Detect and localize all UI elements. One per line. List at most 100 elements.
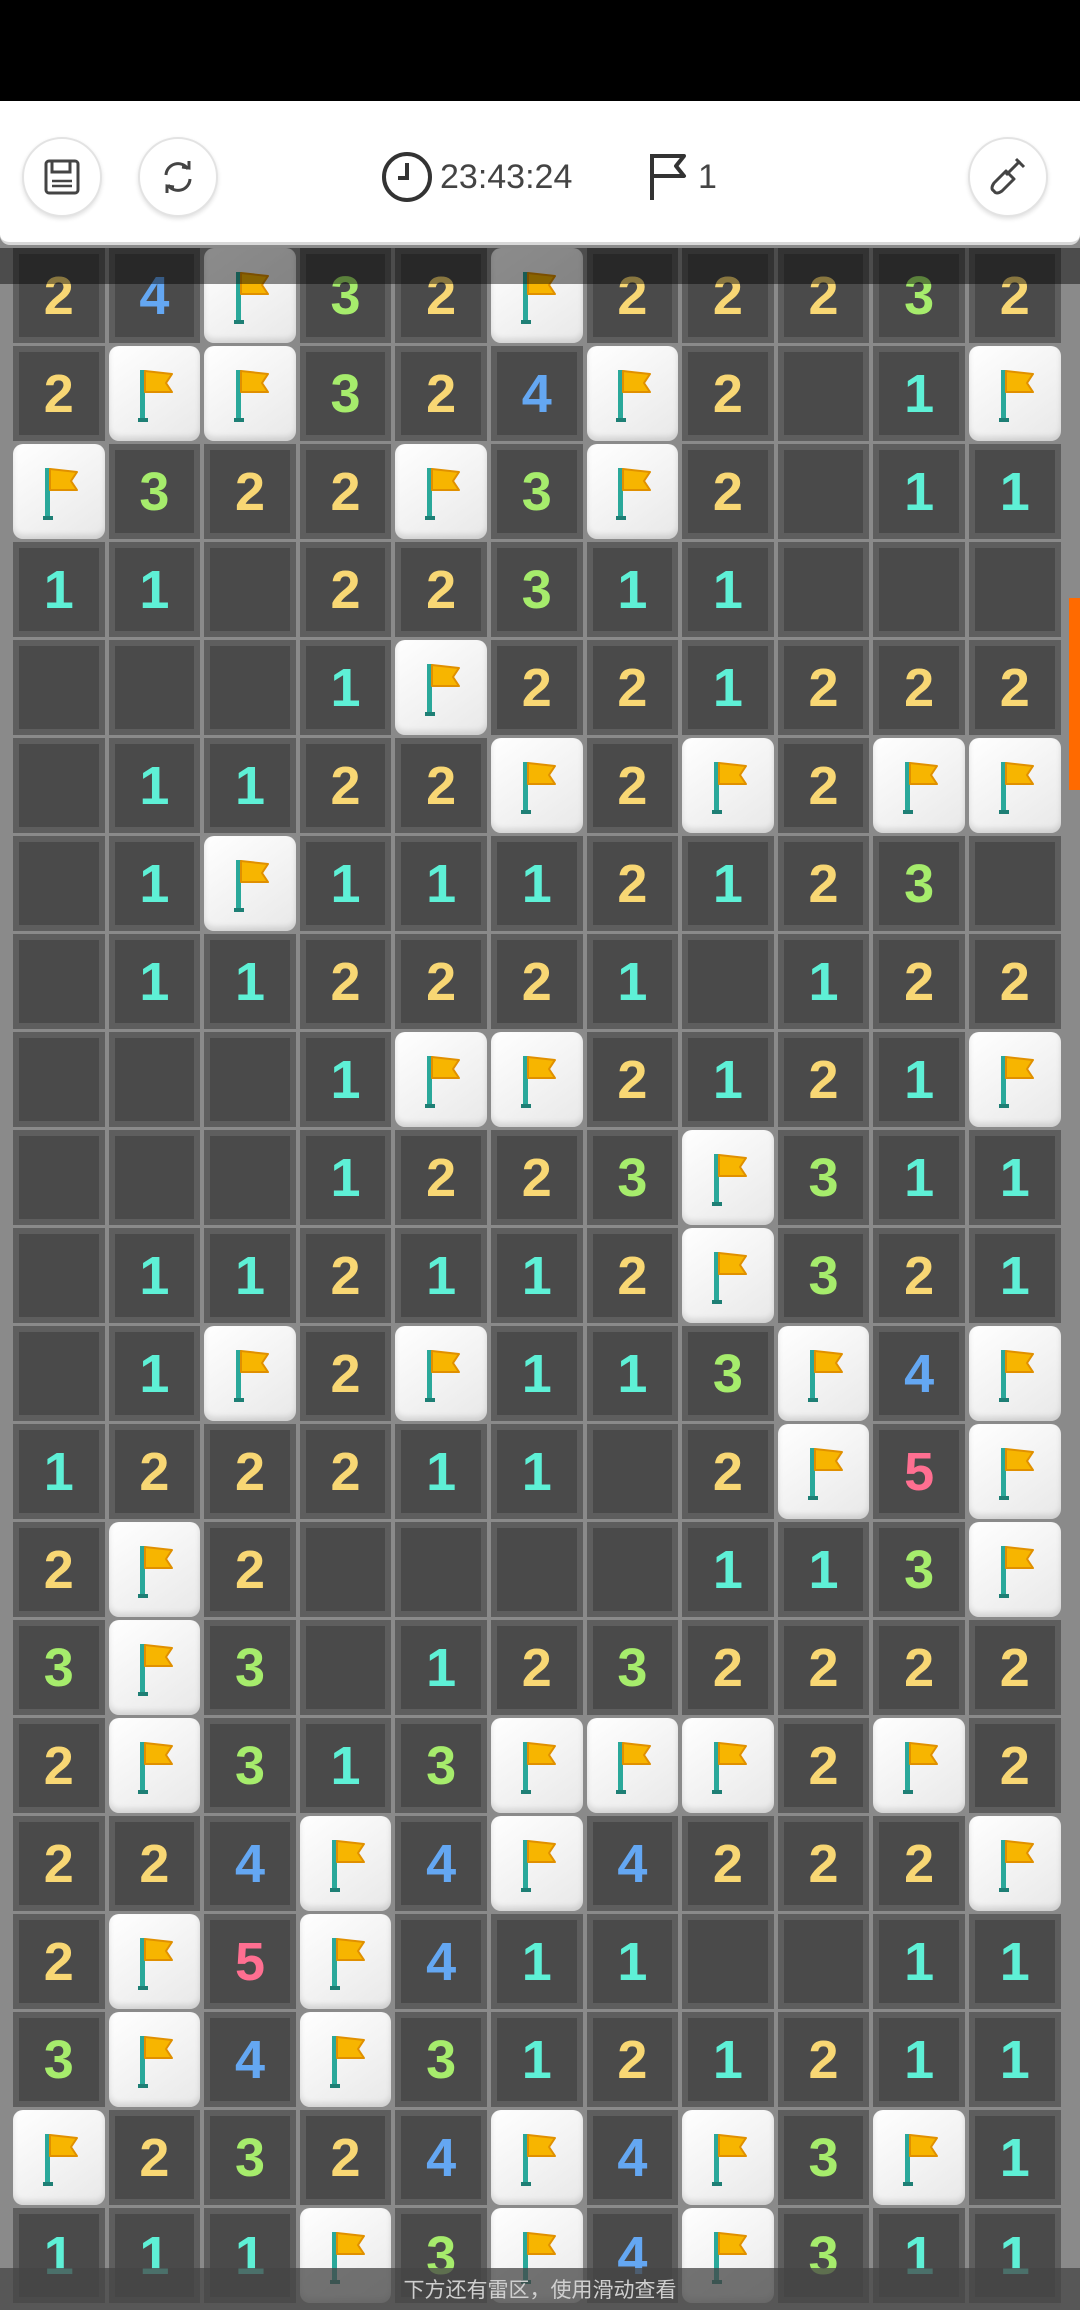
number-cell[interactable]: 2 [395,738,487,833]
number-cell[interactable]: 2 [777,1718,870,1813]
number-cell[interactable]: 2 [873,1816,965,1911]
empty-cell[interactable] [777,542,870,637]
number-cell[interactable]: 3 [204,1718,296,1813]
number-cell[interactable]: 2 [586,836,679,931]
empty-cell[interactable] [395,1522,487,1617]
number-cell[interactable]: 2 [777,1620,870,1715]
number-cell[interactable]: 1 [873,2012,965,2107]
number-cell[interactable]: 2 [490,640,583,735]
number-cell[interactable]: 2 [777,1032,870,1127]
number-cell[interactable]: 3 [395,1718,487,1813]
number-cell[interactable]: 3 [682,1326,774,1421]
number-cell[interactable]: 1 [873,1130,965,1225]
number-cell[interactable]: 3 [777,2110,870,2205]
number-cell[interactable]: 1 [968,1130,1061,1225]
number-cell[interactable]: 1 [204,738,296,833]
number-cell[interactable]: 2 [777,2012,870,2107]
number-cell[interactable]: 2 [299,444,392,539]
number-cell[interactable]: 2 [873,934,965,1029]
flagged-cell[interactable] [682,2110,774,2205]
number-cell[interactable]: 1 [395,1620,487,1715]
flagged-cell[interactable] [777,1424,870,1519]
number-cell[interactable]: 1 [873,346,965,441]
number-cell[interactable]: 1 [299,836,392,931]
number-cell[interactable]: 1 [108,836,201,931]
number-cell[interactable]: 4 [204,2012,296,2107]
number-cell[interactable]: 2 [299,934,392,1029]
flagged-cell[interactable] [204,836,296,931]
number-cell[interactable]: 2 [299,1326,392,1421]
number-cell[interactable]: 4 [395,1914,487,2009]
number-cell[interactable]: 2 [395,934,487,1029]
number-cell[interactable]: 3 [204,1620,296,1715]
number-cell[interactable]: 1 [777,1522,870,1617]
number-cell[interactable]: 1 [777,934,870,1029]
flagged-cell[interactable] [873,2110,965,2205]
empty-cell[interactable] [204,640,296,735]
flagged-cell[interactable] [108,1620,201,1715]
number-cell[interactable]: 4 [586,2110,679,2205]
flagged-cell[interactable] [299,1816,392,1911]
number-cell[interactable]: 3 [108,444,201,539]
number-cell[interactable]: 1 [968,444,1061,539]
number-cell[interactable]: 1 [395,1228,487,1323]
number-cell[interactable]: 3 [777,1228,870,1323]
empty-cell[interactable] [873,542,965,637]
number-cell[interactable]: 2 [299,1228,392,1323]
number-cell[interactable]: 1 [490,1228,583,1323]
number-cell[interactable]: 1 [682,2012,774,2107]
empty-cell[interactable] [586,1424,679,1519]
empty-cell[interactable] [13,836,105,931]
flagged-cell[interactable] [682,1718,774,1813]
number-cell[interactable]: 1 [490,1914,583,2009]
number-cell[interactable]: 1 [586,1326,679,1421]
number-cell[interactable]: 2 [490,1130,583,1225]
flagged-cell[interactable] [682,1130,774,1225]
number-cell[interactable]: 2 [586,640,679,735]
number-cell[interactable]: 3 [13,1620,105,1715]
empty-cell[interactable] [204,542,296,637]
number-cell[interactable]: 2 [13,1522,105,1617]
flagged-cell[interactable] [682,1228,774,1323]
number-cell[interactable]: 2 [13,1718,105,1813]
flagged-cell[interactable] [682,738,774,833]
empty-cell[interactable] [13,1032,105,1127]
number-cell[interactable]: 3 [13,2012,105,2107]
empty-cell[interactable] [682,934,774,1029]
number-cell[interactable]: 4 [395,1816,487,1911]
flagged-cell[interactable] [108,1522,201,1617]
flagged-cell[interactable] [873,738,965,833]
number-cell[interactable]: 4 [586,1816,679,1911]
number-cell[interactable]: 1 [490,1424,583,1519]
flagged-cell[interactable] [968,1326,1061,1421]
number-cell[interactable]: 3 [586,1130,679,1225]
number-cell[interactable]: 3 [204,2110,296,2205]
number-cell[interactable]: 1 [490,1326,583,1421]
number-cell[interactable]: 3 [873,836,965,931]
flagged-cell[interactable] [108,2012,201,2107]
number-cell[interactable]: 4 [395,2110,487,2205]
empty-cell[interactable] [968,836,1061,931]
empty-cell[interactable] [490,1522,583,1617]
number-cell[interactable]: 1 [204,934,296,1029]
number-cell[interactable]: 1 [682,542,774,637]
number-cell[interactable]: 2 [299,738,392,833]
flagged-cell[interactable] [490,738,583,833]
number-cell[interactable]: 1 [586,1914,679,2009]
number-cell[interactable]: 2 [586,1032,679,1127]
flagged-cell[interactable] [395,1326,487,1421]
empty-cell[interactable] [13,1228,105,1323]
number-cell[interactable]: 2 [586,738,679,833]
flagged-cell[interactable] [395,640,487,735]
empty-cell[interactable] [13,1326,105,1421]
flagged-cell[interactable] [395,444,487,539]
number-cell[interactable]: 4 [204,1816,296,1911]
refresh-button[interactable] [138,137,218,217]
number-cell[interactable]: 3 [299,346,392,441]
number-cell[interactable]: 1 [13,542,105,637]
number-cell[interactable]: 1 [682,1032,774,1127]
number-cell[interactable]: 3 [777,1130,870,1225]
number-cell[interactable]: 2 [299,2110,392,2205]
number-cell[interactable]: 1 [968,2012,1061,2107]
number-cell[interactable]: 2 [299,542,392,637]
